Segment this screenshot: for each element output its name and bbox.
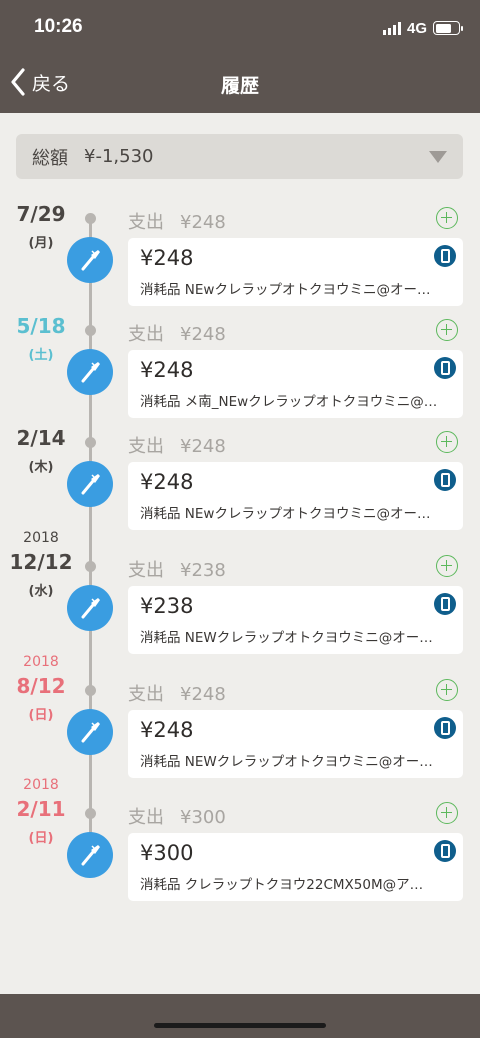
timeline-dot (85, 561, 96, 572)
timeline-dot (85, 213, 96, 224)
entry-summary-amount: ¥238 (180, 560, 226, 581)
smartphone-icon (434, 245, 456, 267)
transaction-card[interactable]: ¥300 消耗品 クレラップトクヨウ22CMX50M@ア… (128, 833, 463, 901)
timeline-dot (85, 808, 96, 819)
entry-summary-amount: ¥248 (180, 436, 226, 457)
smartphone-icon (434, 840, 456, 862)
transaction-amount: ¥238 (140, 594, 194, 618)
entry-summary: 支出 ¥248 (128, 208, 226, 234)
smartphone-icon (434, 469, 456, 491)
entry-year: 2018 (23, 777, 59, 793)
entry-summary: 支出 ¥300 (128, 803, 226, 829)
page-title: 履歴 (220, 75, 259, 97)
caret-down-icon (429, 151, 447, 163)
entry-date: 12/12 (9, 550, 73, 574)
transaction-card[interactable]: ¥248 消耗品 メ南_NEwクレラップオトクヨウミニ@… (128, 350, 463, 418)
entry-date: 2/11 (16, 797, 66, 821)
status-indicators: 4G (382, 19, 463, 37)
add-icon[interactable] (436, 319, 458, 341)
add-icon[interactable] (436, 207, 458, 229)
total-value: ¥-1,530 (84, 146, 154, 167)
signal-icon (382, 21, 401, 35)
entry-summary: 支出 ¥248 (128, 320, 226, 346)
entry-year: 2018 (23, 530, 59, 546)
smartphone-icon (434, 717, 456, 739)
transaction-amount: ¥248 (140, 358, 194, 382)
entry-type: 支出 (128, 436, 164, 457)
entry-date: 5/18 (16, 314, 66, 338)
entry-summary-amount: ¥300 (180, 807, 226, 828)
transaction-card[interactable]: ¥238 消耗品 NEWクレラップオトクヨウミニ@オー… (128, 586, 463, 654)
entry-type: 支出 (128, 807, 164, 828)
entry-summary-amount: ¥248 (180, 324, 226, 345)
transaction-description: 消耗品 メ南_NEwクレラップオトクヨウミニ@… (140, 394, 438, 410)
total-dropdown[interactable]: 総額 ¥-1,530 (16, 134, 463, 179)
entry-summary: 支出 ¥248 (128, 680, 226, 706)
transaction-card[interactable]: ¥248 消耗品 NEwクレラップオトクヨウミニ@オー… (128, 462, 463, 530)
entry-date: 2/14 (16, 426, 66, 450)
entry-date: 7/29 (16, 202, 66, 226)
add-icon[interactable] (436, 555, 458, 577)
history-entry: 7/29 (月) 支出 ¥248 ¥248 消耗品 NEwクレラップオトクヨウミニ… (0, 202, 480, 328)
timeline-dot (85, 685, 96, 696)
nav-header: 10:26 4G 戻る 履歴 (0, 0, 480, 113)
footer-bar (0, 994, 480, 1038)
toothbrush-icon (67, 709, 113, 755)
transaction-description: 消耗品 NEWクレラップオトクヨウミニ@オー… (140, 630, 433, 646)
smartphone-icon (434, 357, 456, 379)
entry-type: 支出 (128, 324, 164, 345)
smartphone-icon (434, 593, 456, 615)
transaction-description: 消耗品 NEwクレラップオトクヨウミニ@オー… (140, 282, 431, 298)
transaction-description: 消耗品 NEwクレラップオトクヨウミニ@オー… (140, 506, 431, 522)
entry-summary-amount: ¥248 (180, 212, 226, 233)
transaction-amount: ¥248 (140, 718, 194, 742)
transaction-amount: ¥248 (140, 470, 194, 494)
entry-summary: 支出 ¥238 (128, 556, 226, 582)
add-icon[interactable] (436, 679, 458, 701)
toothbrush-icon (67, 237, 113, 283)
entry-date: 8/12 (16, 674, 66, 698)
transaction-card[interactable]: ¥248 消耗品 NEWクレラップオトクヨウミニ@オー… (128, 710, 463, 778)
history-entry: 5/18 (土) 支出 ¥248 ¥248 消耗品 メ南_NEwクレラップオトクヨ… (0, 314, 480, 440)
entry-type: 支出 (128, 684, 164, 705)
timeline-dot (85, 325, 96, 336)
toothbrush-icon (67, 461, 113, 507)
network-type: 4G (406, 19, 427, 37)
total-label: 総額 (32, 147, 68, 169)
timeline-dot (85, 437, 96, 448)
transaction-amount: ¥300 (140, 841, 194, 865)
battery-icon (433, 21, 463, 35)
transaction-description: 消耗品 クレラップトクヨウ22CMX50M@ア… (140, 877, 424, 893)
transaction-card[interactable]: ¥248 消耗品 NEwクレラップオトクヨウミニ@オー… (128, 238, 463, 306)
entry-summary: 支出 ¥248 (128, 432, 226, 458)
toothbrush-icon (67, 832, 113, 878)
history-entry: 2018 2/11 (日) 支出 ¥300 ¥300 消耗品 クレラップトクヨウ2… (0, 777, 480, 923)
toothbrush-icon (67, 349, 113, 395)
entry-type: 支出 (128, 212, 164, 233)
entry-year: 2018 (23, 654, 59, 670)
add-icon[interactable] (436, 802, 458, 824)
toothbrush-icon (67, 585, 113, 631)
home-indicator (154, 1023, 326, 1028)
status-time: 10:26 (34, 16, 83, 37)
add-icon[interactable] (436, 431, 458, 453)
entry-type: 支出 (128, 560, 164, 581)
entry-summary-amount: ¥248 (180, 684, 226, 705)
transaction-amount: ¥248 (140, 246, 194, 270)
transaction-description: 消耗品 NEWクレラップオトクヨウミニ@オー… (140, 754, 433, 770)
